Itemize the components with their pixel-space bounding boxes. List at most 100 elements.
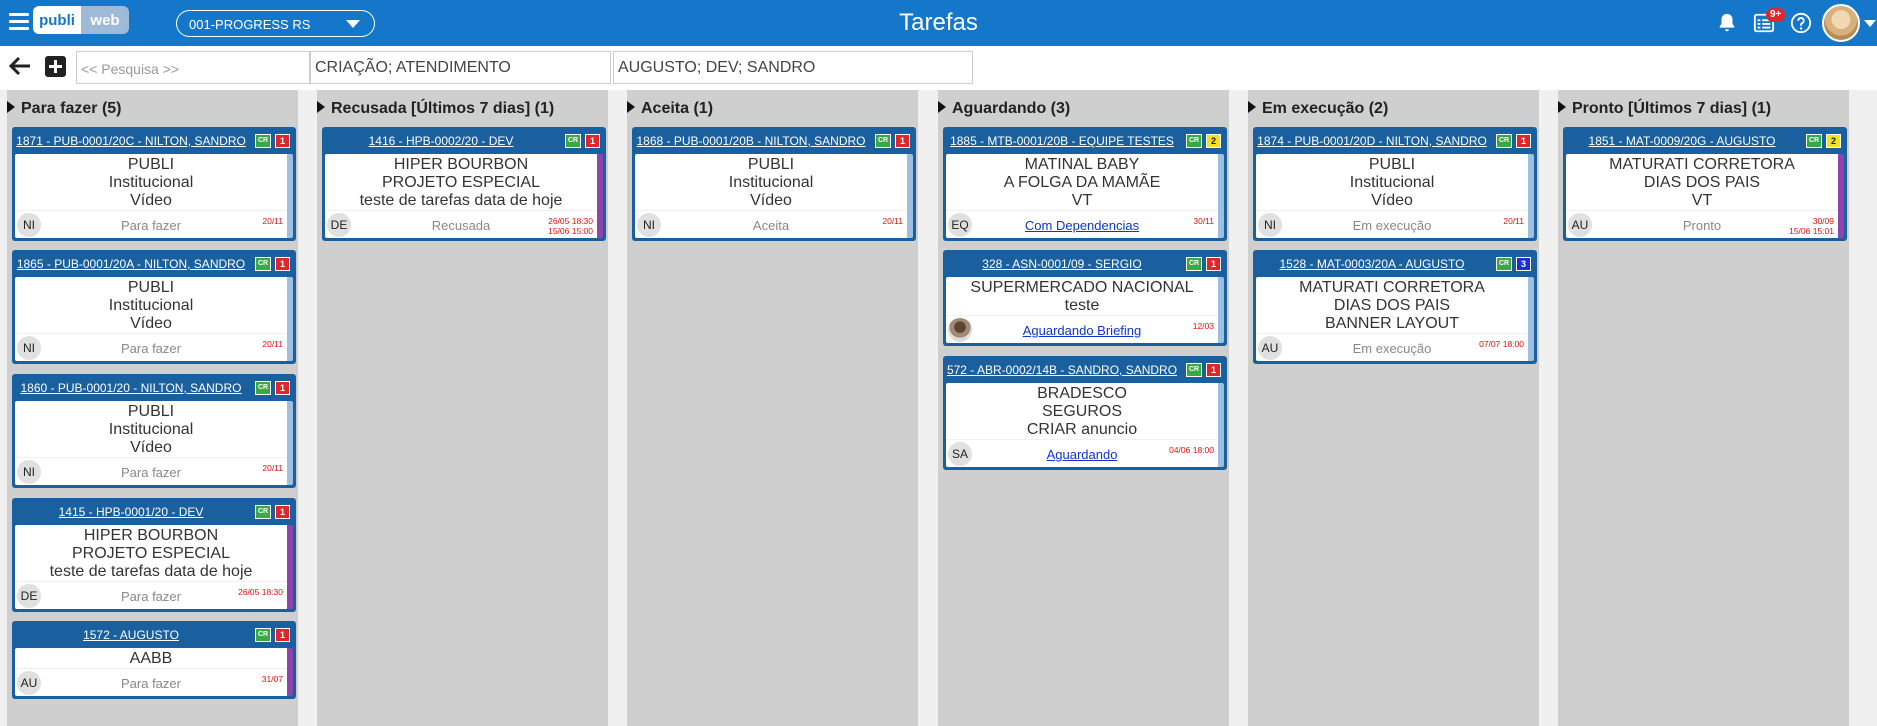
task-status: Recusada xyxy=(431,218,491,233)
priority-count-badge: 2 xyxy=(1206,134,1221,148)
task-link[interactable]: 572 - ABR-0002/14B - SANDRO, SANDRO xyxy=(946,363,1178,377)
task-link[interactable]: 1874 - PUB-0001/20D - NILTON, SANDRO xyxy=(1256,134,1488,148)
due-date: 20/11 xyxy=(262,463,283,473)
assignee-avatar: SA xyxy=(948,442,972,466)
task-card[interactable]: 1416 - HPB-0002/20 - DEV CR 1 HIPER BOURBON… xyxy=(322,127,606,241)
card-header: 1416 - HPB-0002/20 - DEV CR 1 xyxy=(325,127,603,154)
task-card[interactable]: 1885 - MTB-0001/20B - EQUIPE TESTES CR 2 MA… xyxy=(943,127,1227,241)
task-link[interactable]: 1528 - MAT-0003/20A - AUGUSTO xyxy=(1256,257,1488,271)
search-input[interactable]: << Pesquisa >> xyxy=(76,51,310,84)
task-status[interactable]: Com Dependencias xyxy=(986,218,1178,233)
project-select[interactable]: 001-PROGRESS RS xyxy=(176,10,375,37)
card-line: PROJETO ESPECIAL xyxy=(72,545,230,562)
card-line: teste de tarefas data de hoje xyxy=(359,192,563,209)
task-card[interactable]: 1572 - AUGUSTO CR 1 AABB AU Para fazer 31/07 xyxy=(12,621,296,699)
task-card[interactable]: 1528 - MAT-0003/20A - AUGUSTO CR 3 MATURATI… xyxy=(1253,250,1537,364)
card-line: HIPER BOURBON xyxy=(393,156,529,173)
card-line: Institucional xyxy=(108,421,194,438)
task-status[interactable]: Aguardando xyxy=(986,447,1178,462)
due-date-primary: 20/11 xyxy=(262,463,283,473)
priority-count-badge: 1 xyxy=(1206,363,1221,377)
task-status: Aceita xyxy=(752,218,790,233)
cr-badge: CR xyxy=(255,257,271,271)
task-link[interactable]: 328 - ASN-0001/09 - SERGIO xyxy=(946,257,1178,271)
task-card[interactable]: 1865 - PUB-0001/20A - NILTON, SANDRO CR 1 P… xyxy=(12,250,296,364)
people-filter[interactable]: AUGUSTO; DEV; SANDRO xyxy=(613,51,973,84)
card-footer: AU Em execução 07/07 18:00 xyxy=(1256,333,1528,361)
column-header[interactable]: Para fazer (5) xyxy=(7,100,122,118)
due-date-primary: 30/09 xyxy=(1812,216,1834,226)
column-header[interactable]: Aguardando (3) xyxy=(938,100,1070,118)
cr-badge: CR xyxy=(1496,134,1512,148)
card-footer: Aguardando Briefing 12/03 xyxy=(946,315,1218,343)
category-filter[interactable]: CRIAÇÃO; ATENDIMENTO xyxy=(310,51,611,84)
column-header[interactable]: Pronto [Últimos 7 dias] (1) xyxy=(1558,100,1771,118)
task-card[interactable]: 1860 - PUB-0001/20 - NILTON, SANDRO CR 1 PU… xyxy=(12,374,296,488)
card-line: PUBLI xyxy=(747,156,795,173)
card-line: VT xyxy=(1691,192,1713,209)
add-task-button[interactable] xyxy=(45,56,66,77)
task-card[interactable]: 572 - ABR-0002/14B - SANDRO, SANDRO CR 1 BR… xyxy=(943,356,1227,470)
task-link[interactable]: 1416 - HPB-0002/20 - DEV xyxy=(325,134,557,148)
column-title: Em execução (2) xyxy=(1262,100,1389,117)
card-header: 328 - ASN-0001/09 - SERGIO CR 1 xyxy=(946,250,1224,277)
due-date: 20/11 xyxy=(882,216,903,226)
card-description: PUBLI Institucional Vídeo xyxy=(15,401,287,457)
card-line: Vídeo xyxy=(750,192,792,209)
priority-count-badge: 1 xyxy=(1206,257,1221,271)
card-footer: DE Para fazer 26/05 18:30 xyxy=(15,581,287,609)
task-card[interactable]: 1871 - PUB-0001/20C - NILTON, SANDRO CR 1 P… xyxy=(12,127,296,241)
task-card[interactable]: 328 - ASN-0001/09 - SERGIO CR 1 SUPERMERCAD… xyxy=(943,250,1227,346)
card-description: AABB xyxy=(15,648,287,668)
task-link[interactable]: 1865 - PUB-0001/20A - NILTON, SANDRO xyxy=(15,257,247,271)
bell-icon[interactable] xyxy=(1716,12,1738,34)
priority-count-badge: 1 xyxy=(895,134,910,148)
column-header[interactable]: Aceita (1) xyxy=(627,100,713,118)
task-link[interactable]: 1868 - PUB-0001/20B - NILTON, SANDRO xyxy=(635,134,867,148)
back-arrow-icon[interactable] xyxy=(8,56,32,76)
card-line: Institucional xyxy=(728,174,814,191)
cr-badge: CR xyxy=(875,134,891,148)
card-line: DIAS DOS PAIS xyxy=(1333,297,1451,314)
help-icon[interactable] xyxy=(1790,12,1812,34)
task-card[interactable]: 1851 - MAT-0009/20G - AUGUSTO CR 2 MATURATI… xyxy=(1563,127,1847,241)
card-header: 1868 - PUB-0001/20B - NILTON, SANDRO CR 1 xyxy=(635,127,913,154)
task-card[interactable]: 1868 - PUB-0001/20B - NILTON, SANDRO CR 1 P… xyxy=(632,127,916,241)
due-date: 30/09 15/06 15:01 xyxy=(1789,216,1834,236)
card-line: CRIAR anuncio xyxy=(1026,421,1138,438)
column-header[interactable]: Em execução (2) xyxy=(1248,100,1388,118)
cr-badge: CR xyxy=(1186,363,1202,377)
task-link[interactable]: 1572 - AUGUSTO xyxy=(15,628,247,642)
column-header[interactable]: Recusada [Últimos 7 dias] (1) xyxy=(317,100,554,118)
card-description: MATURATI CORRETORA DIAS DOS PAIS BANNER LA… xyxy=(1256,277,1528,333)
app-logo[interactable]: publi web xyxy=(33,6,129,34)
task-link[interactable]: 1415 - HPB-0001/20 - DEV xyxy=(15,505,247,519)
assignee-avatar: DE xyxy=(17,584,41,608)
task-card[interactable]: 1874 - PUB-0001/20D - NILTON, SANDRO CR 1 P… xyxy=(1253,127,1537,241)
column-title: Aceita (1) xyxy=(641,100,714,117)
task-link[interactable]: 1871 - PUB-0001/20C - NILTON, SANDRO xyxy=(15,134,247,148)
column-title: Para fazer (5) xyxy=(21,100,122,117)
card-line: AABB xyxy=(129,650,173,667)
user-menu-chevron-icon[interactable] xyxy=(1864,20,1876,27)
task-link[interactable]: 1885 - MTB-0001/20B - EQUIPE TESTES xyxy=(946,134,1178,148)
card-body: PUBLI Institucional Vídeo NI Aceita 20/11 xyxy=(635,154,913,238)
task-link[interactable]: 1851 - MAT-0009/20G - AUGUSTO xyxy=(1566,134,1798,148)
expand-triangle-icon xyxy=(1558,101,1566,113)
card-body: AABB AU Para fazer 31/07 xyxy=(15,648,293,696)
assignee-avatar: NI xyxy=(17,213,41,237)
task-card[interactable]: 1415 - HPB-0001/20 - DEV CR 1 HIPER BOURBON… xyxy=(12,498,296,612)
task-status[interactable]: Aguardando Briefing xyxy=(986,323,1178,338)
priority-count-badge: 1 xyxy=(1516,134,1531,148)
due-date: 20/11 xyxy=(262,216,283,226)
task-link[interactable]: 1860 - PUB-0001/20 - NILTON, SANDRO xyxy=(15,381,247,395)
due-date: 26/05 18:30 xyxy=(238,587,283,597)
menu-icon[interactable] xyxy=(9,13,29,31)
card-footer: DE Recusada 26/05 18:30 15/06 15:00 xyxy=(325,210,597,238)
card-line: MATURATI CORRETORA xyxy=(1299,279,1485,296)
card-footer: NI Aceita 20/11 xyxy=(635,210,907,238)
user-avatar[interactable] xyxy=(1822,4,1860,42)
cr-badge: CR xyxy=(255,134,271,148)
expand-triangle-icon xyxy=(317,101,325,113)
card-line: BANNER LAYOUT xyxy=(1325,315,1459,332)
